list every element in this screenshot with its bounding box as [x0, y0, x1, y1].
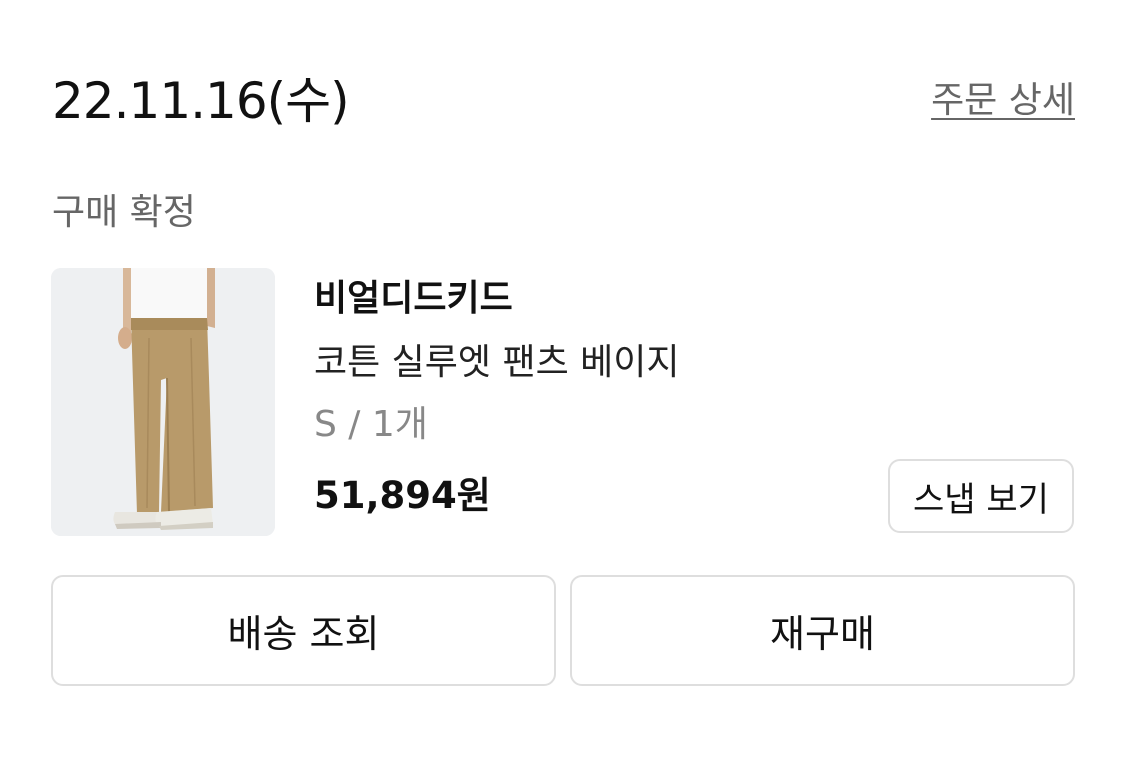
product-price: 51,894원	[314, 474, 491, 517]
order-detail-link[interactable]: 주문 상세	[931, 78, 1075, 124]
product-photo-beige-pants-icon	[51, 268, 275, 536]
snap-view-button[interactable]: 스냅 보기	[888, 459, 1074, 533]
product-name[interactable]: 코튼 실루엣 팬츠 베이지	[314, 340, 680, 386]
brand-name[interactable]: 비얼디드키드	[314, 276, 513, 322]
order-status: 구매 확정	[52, 192, 196, 233]
product-image[interactable]	[51, 268, 275, 536]
delivery-tracking-button[interactable]: 배송 조회	[51, 575, 556, 686]
product-option: S / 1개	[314, 404, 428, 445]
order-date: 22.11.16(수)	[52, 72, 350, 130]
rebuy-button[interactable]: 재구매	[570, 575, 1075, 686]
